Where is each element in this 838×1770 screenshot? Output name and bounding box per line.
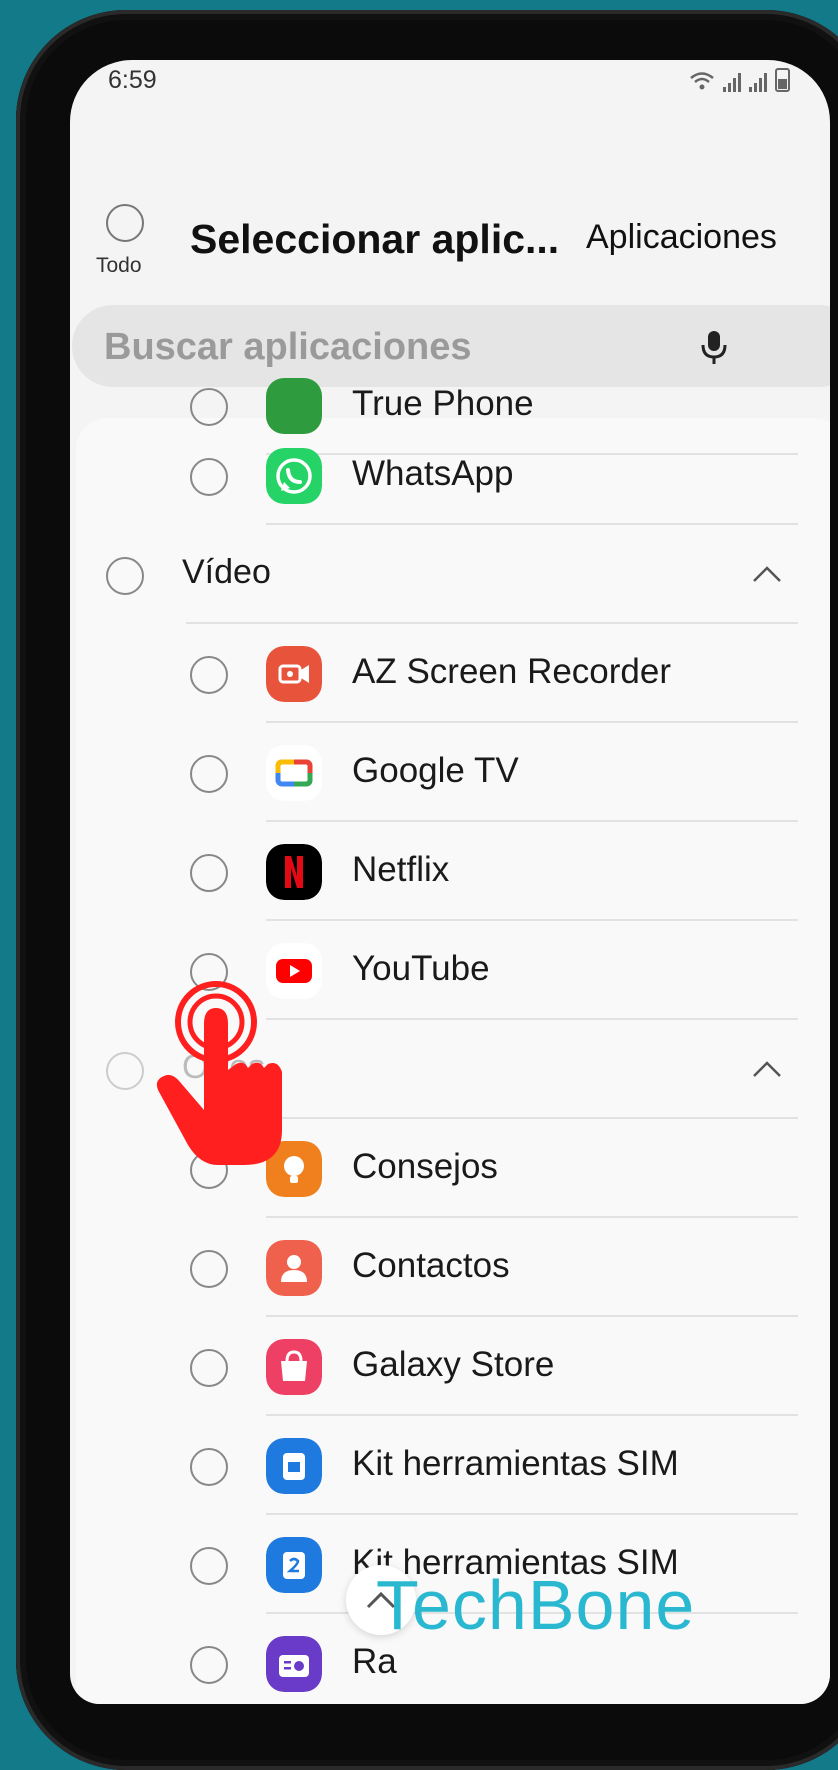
app-checkbox[interactable] <box>190 755 228 793</box>
app-label: Consejos <box>352 1147 498 1186</box>
wifi-icon <box>690 72 714 90</box>
list-item-az-screen-recorder[interactable]: AZ Screen Recorder <box>76 624 830 723</box>
app-label: Google TV <box>352 751 519 790</box>
status-icons <box>689 68 790 92</box>
category-checkbox[interactable] <box>106 1052 144 1090</box>
signal-2-icon <box>749 72 767 92</box>
list-item-galaxy-store[interactable]: Galaxy Store <box>76 1317 830 1416</box>
app-label: AZ Screen Recorder <box>352 652 672 691</box>
screen-recorder-icon <box>266 646 322 702</box>
galaxy-store-icon <box>266 1339 322 1395</box>
netflix-icon <box>266 844 322 900</box>
list-item-whatsapp[interactable]: WhatsApp <box>76 426 830 525</box>
list-item-google-tv[interactable]: Google TV <box>76 723 830 822</box>
sim-toolkit-icon <box>266 1438 322 1494</box>
sim-toolkit-2-icon <box>266 1537 322 1593</box>
battery-icon <box>775 68 790 92</box>
google-tv-icon <box>266 745 322 801</box>
contacts-icon <box>266 1240 322 1296</box>
apps-dropdown-button[interactable]: Aplicaciones <box>586 218 777 257</box>
app-label: Ra <box>352 1642 397 1681</box>
chevron-up-icon[interactable] <box>752 559 782 589</box>
app-checkbox[interactable] <box>190 458 228 496</box>
app-checkbox[interactable] <box>190 1646 228 1684</box>
app-checkbox[interactable] <box>190 1250 228 1288</box>
screen: 6:59 Todo Seleccionar aplic... Aplicacio… <box>70 60 830 1704</box>
app-checkbox[interactable] <box>190 1547 228 1585</box>
list-item-netflix[interactable]: Netflix <box>76 822 830 921</box>
category-video[interactable]: Vídeo <box>76 525 830 624</box>
app-label: Kit herramientas SIM <box>352 1444 679 1483</box>
page-title: Seleccionar aplic... <box>190 216 560 262</box>
app-label: Contactos <box>352 1246 510 1285</box>
list-item-sim-toolkit[interactable]: Kit herramientas SIM <box>76 1416 830 1515</box>
chevron-up-icon[interactable] <box>752 1054 782 1084</box>
app-label: Galaxy Store <box>352 1345 555 1384</box>
app-label: Netflix <box>352 850 450 889</box>
app-checkbox[interactable] <box>190 656 228 694</box>
category-checkbox[interactable] <box>106 557 144 595</box>
app-label: True Phone <box>352 384 534 423</box>
app-checkbox[interactable] <box>190 1349 228 1387</box>
watermark: TechBone <box>376 1566 696 1644</box>
app-checkbox[interactable] <box>190 1448 228 1486</box>
radio-icon <box>266 1636 322 1692</box>
app-checkbox[interactable] <box>190 854 228 892</box>
signal-icon <box>723 72 741 92</box>
app-label: WhatsApp <box>352 454 514 493</box>
whatsapp-icon <box>266 448 322 504</box>
status-bar: 6:59 <box>70 60 830 130</box>
tap-hand-icon <box>156 981 282 1165</box>
header: Todo Seleccionar aplic... Aplicaciones <box>70 150 830 280</box>
select-all-label: Todo <box>96 254 142 277</box>
list-item-contactos[interactable]: Contactos <box>76 1218 830 1317</box>
category-label: Vídeo <box>182 553 271 591</box>
app-checkbox[interactable] <box>190 388 228 426</box>
phone-frame: 6:59 Todo Seleccionar aplic... Aplicacio… <box>16 10 838 1770</box>
select-all-checkbox[interactable] <box>106 204 144 242</box>
app-label: YouTube <box>352 949 490 988</box>
status-time: 6:59 <box>108 66 157 94</box>
